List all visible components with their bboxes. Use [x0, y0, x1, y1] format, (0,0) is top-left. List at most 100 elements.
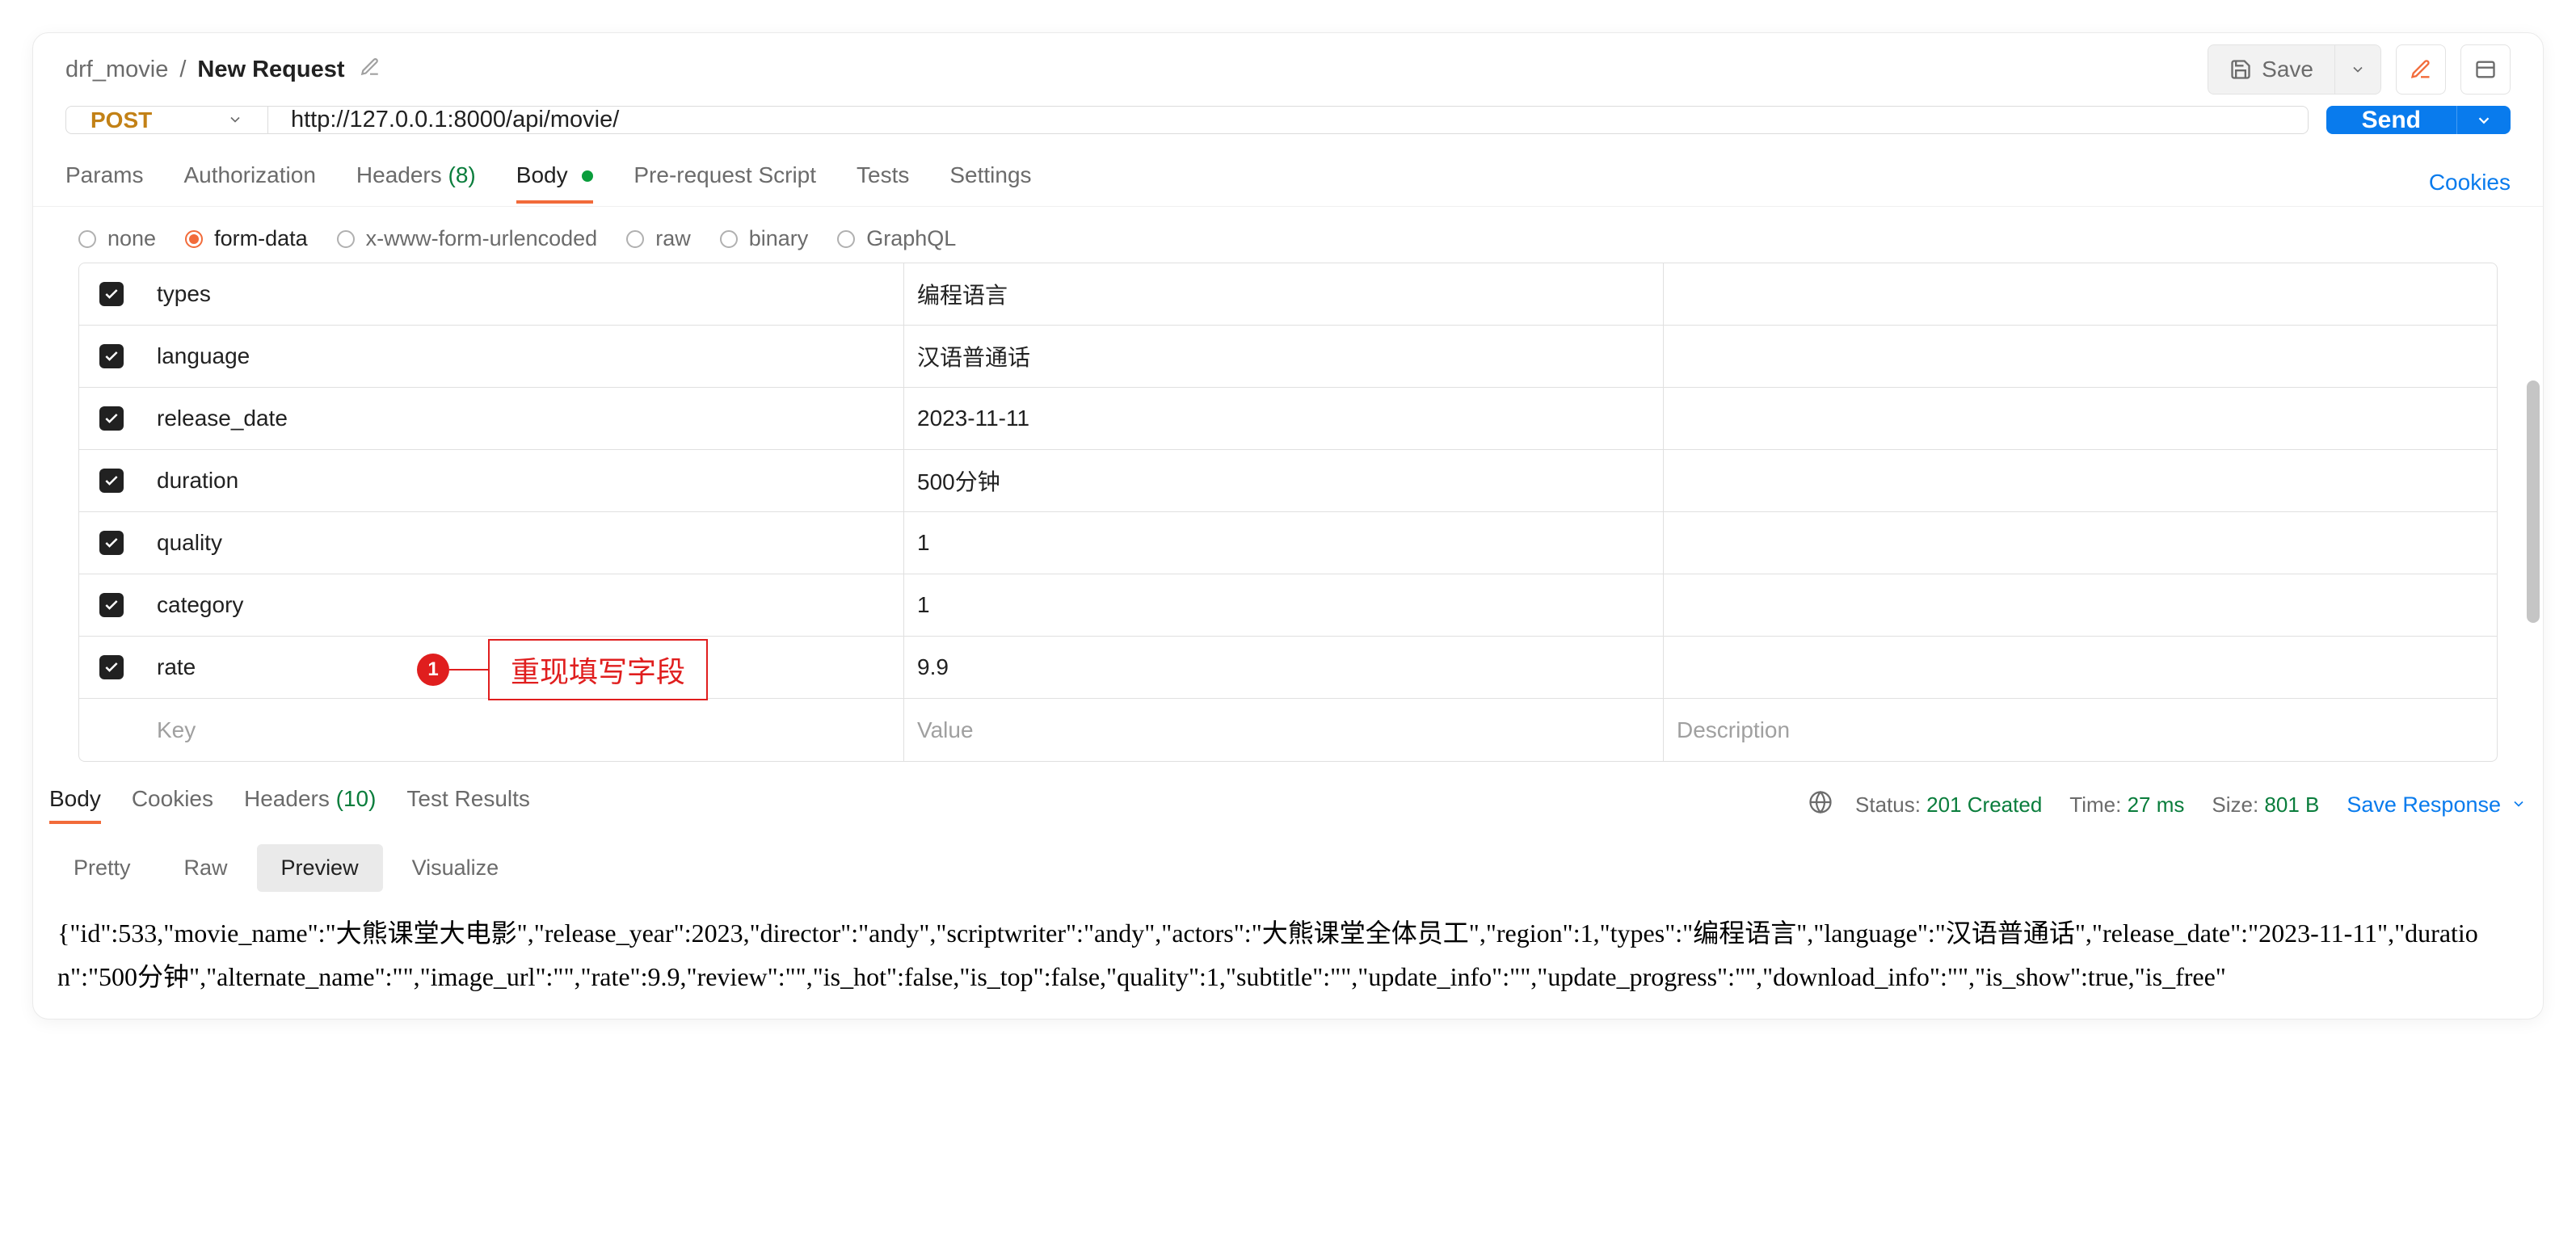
viewmode-preview[interactable]: Preview	[257, 844, 383, 892]
row-desc-input[interactable]	[1663, 388, 2497, 449]
response-time: Time: 27 ms	[2069, 792, 2184, 818]
bodytype-binary[interactable]: binary	[720, 226, 809, 251]
row-desc-input[interactable]	[1663, 450, 2497, 511]
tab-authorization[interactable]: Authorization	[183, 162, 315, 203]
breadcrumb-separator: /	[179, 57, 186, 83]
resp-tab-testresults[interactable]: Test Results	[406, 786, 530, 823]
response-size: Size: 801 B	[2212, 792, 2319, 818]
row-desc-placeholder[interactable]: Description	[1663, 699, 2497, 761]
bodytype-none[interactable]: none	[78, 226, 156, 251]
save-button[interactable]: Save	[2208, 45, 2334, 94]
viewmode-pretty[interactable]: Pretty	[49, 844, 155, 892]
row-key-input[interactable]: quality	[144, 530, 903, 556]
viewmode-visualize[interactable]: Visualize	[388, 844, 524, 892]
annotation-text: 重现填写字段	[488, 639, 708, 700]
row-checkbox-cell	[79, 655, 144, 679]
row-desc-input[interactable]	[1663, 574, 2497, 636]
save-dropdown[interactable]	[2334, 45, 2380, 94]
row-key-input[interactable]: types	[144, 281, 903, 307]
radio-label: x-www-form-urlencoded	[366, 226, 598, 251]
formdata-row: duration 500分钟	[79, 450, 2497, 512]
send-dropdown[interactable]	[2456, 106, 2511, 134]
sidebar-toggle-button[interactable]	[2460, 44, 2511, 95]
save-icon	[2229, 58, 2252, 81]
row-key-input[interactable]: category	[144, 592, 903, 618]
save-response-link[interactable]: Save Response	[2347, 792, 2527, 818]
time-label: Time:	[2069, 792, 2121, 817]
row-desc-input[interactable]	[1663, 263, 2497, 325]
size-value: 801 B	[2264, 792, 2319, 817]
row-value-input[interactable]: 编程语言	[903, 263, 1663, 325]
check-icon	[103, 535, 120, 551]
row-checkbox[interactable]	[99, 469, 124, 493]
radio-label: form-data	[214, 226, 308, 251]
row-key-input[interactable]: language	[144, 343, 903, 369]
tab-prerequest[interactable]: Pre-request Script	[633, 162, 816, 203]
scrollbar-thumb[interactable]	[2527, 380, 2540, 623]
row-checkbox-cell	[79, 344, 144, 368]
http-method-select[interactable]: POST	[66, 107, 268, 133]
row-checkbox[interactable]	[99, 593, 124, 617]
row-value-input[interactable]: 汉语普通话	[903, 326, 1663, 387]
row-desc-input[interactable]	[1663, 637, 2497, 698]
row-checkbox[interactable]	[99, 282, 124, 306]
resp-tab-headers[interactable]: Headers (10)	[244, 786, 376, 823]
check-icon	[103, 659, 120, 675]
row-value-input[interactable]: 2023-11-11	[903, 388, 1663, 449]
check-icon	[103, 286, 120, 302]
tab-headers[interactable]: Headers (8)	[356, 162, 476, 203]
row-key-input[interactable]: release_date	[144, 406, 903, 431]
resp-tab-headers-label: Headers	[244, 786, 330, 811]
row-checkbox[interactable]	[99, 655, 124, 679]
url-input[interactable]: http://127.0.0.1:8000/api/movie/	[268, 107, 2308, 133]
row-checkbox-cell	[79, 531, 144, 555]
breadcrumb-current[interactable]: New Request	[197, 57, 344, 83]
check-icon	[103, 348, 120, 364]
tab-tests[interactable]: Tests	[857, 162, 909, 203]
body-modified-indicator	[582, 170, 593, 182]
tab-params[interactable]: Params	[65, 162, 143, 203]
tab-settings[interactable]: Settings	[949, 162, 1031, 203]
bodytype-xwww[interactable]: x-www-form-urlencoded	[337, 226, 598, 251]
resp-tab-body[interactable]: Body	[49, 786, 101, 823]
row-key-input[interactable]: duration	[144, 468, 903, 494]
tab-body[interactable]: Body	[516, 162, 594, 203]
row-value-input[interactable]: 1	[903, 574, 1663, 636]
row-value-input[interactable]: 1	[903, 512, 1663, 574]
send-button[interactable]: Send	[2326, 106, 2456, 134]
row-desc-input[interactable]	[1663, 512, 2497, 574]
check-icon	[103, 473, 120, 489]
row-value-placeholder[interactable]: Value	[903, 699, 1663, 761]
time-value: 27 ms	[2128, 792, 2185, 817]
bodytype-formdata[interactable]: form-data	[185, 226, 308, 251]
row-desc-input[interactable]	[1663, 326, 2497, 387]
resp-tab-headers-count: (10)	[336, 786, 377, 811]
row-key-placeholder[interactable]: Key	[144, 717, 903, 743]
row-checkbox[interactable]	[99, 344, 124, 368]
radio-icon	[78, 230, 96, 248]
response-body-preview[interactable]: {"id":533,"movie_name":"大熊课堂大电影","releas…	[33, 892, 2543, 1019]
save-label: Save	[2262, 57, 2313, 82]
row-checkbox-cell	[79, 282, 144, 306]
formdata-row: types 编程语言	[79, 263, 2497, 326]
row-value-input[interactable]: 500分钟	[903, 450, 1663, 511]
check-icon	[103, 597, 120, 613]
row-checkbox[interactable]	[99, 531, 124, 555]
edit-icon[interactable]	[360, 57, 381, 83]
resp-tab-cookies[interactable]: Cookies	[132, 786, 213, 823]
viewmode-raw[interactable]: Raw	[160, 844, 252, 892]
cookies-link[interactable]: Cookies	[2429, 170, 2511, 195]
formdata-row: language 汉语普通话	[79, 326, 2497, 388]
row-checkbox[interactable]	[99, 406, 124, 431]
globe-icon[interactable]	[1808, 790, 1833, 820]
radio-label: binary	[749, 226, 809, 251]
breadcrumb-parent[interactable]: drf_movie	[65, 57, 168, 83]
bodytype-graphql[interactable]: GraphQL	[837, 226, 956, 251]
check-icon	[103, 410, 120, 427]
row-value-input[interactable]: 9.9	[903, 637, 1663, 698]
tab-body-label: Body	[516, 162, 568, 187]
edit-action-button[interactable]	[2396, 44, 2446, 95]
row-checkbox-cell	[79, 593, 144, 617]
bodytype-raw[interactable]: raw	[626, 226, 691, 251]
row-checkbox-cell	[79, 406, 144, 431]
